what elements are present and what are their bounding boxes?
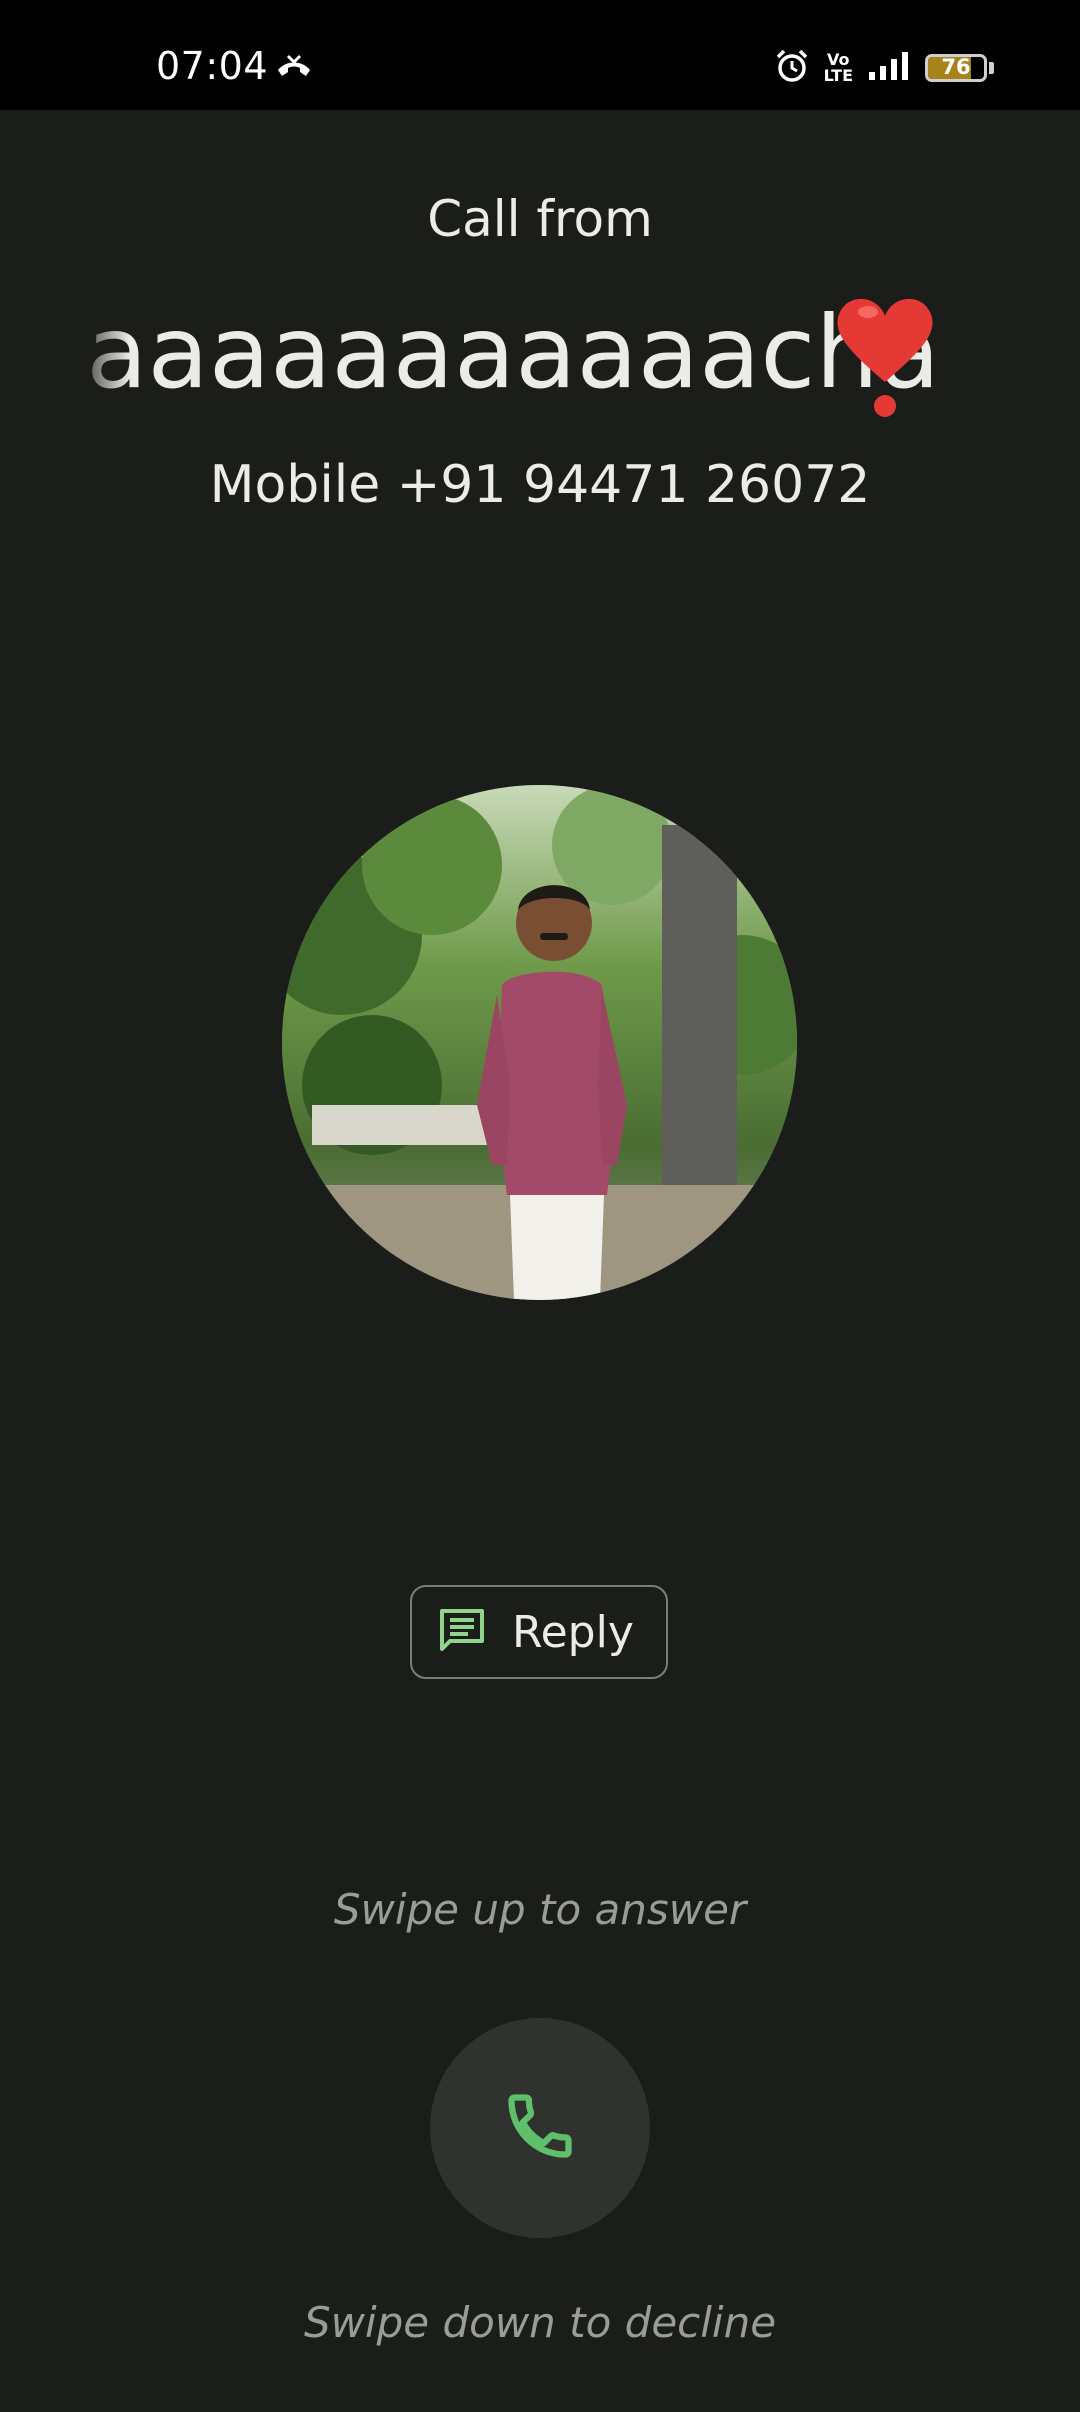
caller-number: Mobile +91 94471 26072	[209, 455, 871, 515]
message-icon	[438, 1607, 486, 1657]
battery-nub	[989, 62, 994, 74]
signal-icon	[867, 50, 911, 86]
volte-line2: LTE	[823, 66, 853, 85]
status-icons: Vo LTE 76	[774, 48, 994, 88]
caller-name: aaaaaaaaaaacha	[86, 294, 940, 411]
reply-button[interactable]: Reply	[410, 1585, 668, 1679]
battery-level: 76	[941, 55, 971, 79]
status-bar: 07:04 Vo LTE 76	[0, 0, 1080, 110]
battery-icon: 76	[925, 54, 987, 82]
caller-name-container: aaaaaaaaaaacha	[70, 288, 940, 418]
swipe-down-hint: Swipe down to decline	[303, 2298, 777, 2347]
heart-emoji-icon	[830, 292, 940, 426]
contact-photo	[282, 785, 797, 1300]
marquee-fade	[70, 288, 130, 418]
status-time: 07:04	[156, 44, 269, 88]
answer-button[interactable]	[430, 2018, 650, 2238]
phone-icon	[502, 2088, 578, 2168]
swipe-up-hint: Swipe up to answer	[333, 1885, 747, 1934]
call-header: Call from	[427, 190, 653, 248]
volte-icon: Vo LTE	[824, 52, 853, 84]
incoming-call-icon	[274, 52, 314, 86]
alarm-icon	[774, 48, 810, 88]
reply-label: Reply	[512, 1606, 634, 1658]
